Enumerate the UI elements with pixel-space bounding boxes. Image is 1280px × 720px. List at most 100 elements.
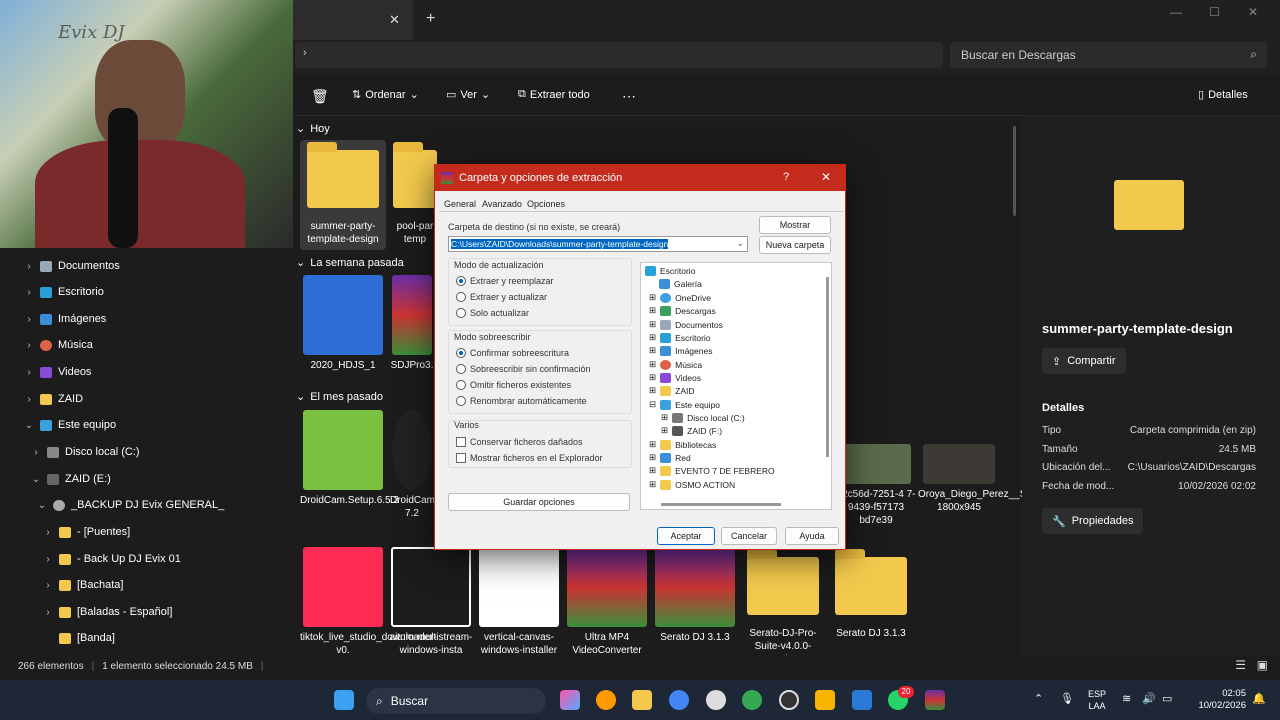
file-item[interactable]: vertical-canvas-windows-installer (476, 547, 562, 657)
share-button[interactable]: ⇪ Compartir (1042, 348, 1126, 374)
media-player-icon[interactable] (779, 690, 799, 710)
radio-extract-update[interactable]: Extraer y actualizar (456, 292, 547, 302)
save-options-button[interactable]: Guardar opciones (448, 493, 630, 511)
close-window-icon[interactable]: ✕ (1248, 5, 1258, 19)
group-semana[interactable]: ⌄ La semana pasada (296, 256, 404, 270)
tree-item[interactable]: ⊞ OneDrive (649, 292, 711, 303)
folder-tree[interactable]: Escritorio Galería ⊞ OneDrive ⊞ Descargas … (640, 262, 832, 510)
nav-item-imagenes[interactable]: › Imágenes (24, 306, 106, 332)
search-input[interactable]: Buscar en Descargas ⌕ (950, 42, 1267, 68)
nav-item-escritorio[interactable]: › Escritorio (24, 279, 104, 305)
tree-item[interactable]: ⊞ Videos (649, 372, 701, 383)
nav-item-puentes[interactable]: › - [Puentes] (43, 519, 130, 545)
radio-overwrite-no-confirm[interactable]: Sobreescribir sin confirmación (456, 364, 591, 374)
search-app-icon[interactable] (596, 690, 616, 710)
cancel-button[interactable]: Cancelar (721, 527, 777, 545)
tree-item[interactable]: ⊞ EVENTO 7 DE FEBRERO (649, 465, 775, 476)
file-item[interactable]: Serato-DJ-Pro-Suite-v4.0.0-remixe (740, 547, 826, 666)
copilot-icon[interactable] (560, 690, 580, 710)
properties-button[interactable]: 🔧 Propiedades (1042, 508, 1144, 534)
file-item[interactable]: DroidCam 7.2 (390, 410, 434, 520)
explorer-tab[interactable]: ✕ (293, 0, 413, 40)
tree-item[interactable]: ⊞ ZAID (F:) (661, 425, 722, 436)
destination-input[interactable]: C:\Users\ZAID\Downloads\summer-party-tem… (448, 236, 748, 252)
scrollbar[interactable] (1013, 126, 1016, 216)
nav-item-bachata[interactable]: › [Bachata] (43, 572, 123, 598)
file-item[interactable]: aitum-multistream-windows-insta (388, 547, 474, 657)
microphone-icon[interactable]: 🎙 (1060, 692, 1074, 705)
group-mes[interactable]: ⌄ El mes pasado (296, 390, 383, 404)
nav-item-documentos[interactable]: › Documentos (24, 253, 119, 279)
more-options-icon[interactable]: ⋯ (622, 88, 636, 105)
file-explorer-icon[interactable] (632, 690, 652, 710)
battery-icon[interactable]: ▭ (1162, 692, 1172, 705)
file-item[interactable]: SDJPro3. (390, 275, 434, 372)
nav-item-videos[interactable]: › Videos (24, 359, 91, 385)
tab-general[interactable]: General (444, 199, 476, 209)
checkbox-show-explorer[interactable]: Mostrar ficheros en el Explorador (456, 453, 603, 463)
tree-item[interactable]: ⊞ Descargas (649, 305, 716, 316)
minimize-icon[interactable]: — (1170, 5, 1182, 19)
tree-item[interactable]: ⊞ ZAID (649, 385, 695, 396)
chevron-down-icon[interactable]: ⌄ (736, 238, 744, 249)
nav-item-baladas[interactable]: › [Baladas - Español] (43, 599, 172, 625)
nav-item-backup-01[interactable]: › - Back Up DJ Evix 01 (43, 546, 181, 572)
tree-item[interactable]: Galería (659, 279, 702, 289)
close-tab-icon[interactable]: ✕ (389, 12, 400, 28)
tree-item[interactable]: Escritorio (645, 266, 695, 276)
file-item[interactable]: 32c56d-7251-4 7-9439-f57173 bd7e39 (836, 444, 916, 527)
accept-button[interactable]: Aceptar (657, 527, 715, 545)
nav-item-este-equipo[interactable]: ⌄ Este equipo (24, 412, 116, 438)
show-button[interactable]: Mostrar (759, 216, 831, 234)
file-item[interactable]: Serato DJ 3.1.3 (652, 547, 738, 644)
file-item[interactable]: pool-par temp (390, 140, 440, 246)
radio-only-update[interactable]: Solo actualizar (456, 308, 529, 318)
chevron-up-icon[interactable]: ⌃ (1034, 692, 1043, 705)
new-folder-button[interactable]: Nueva carpeta (759, 236, 831, 254)
app-icon[interactable] (852, 690, 872, 710)
nav-item-musica[interactable]: › Música (24, 332, 93, 358)
tree-item[interactable]: ⊞ Imágenes (649, 345, 712, 356)
tree-item[interactable]: ⊞ OSMO ACTION (649, 479, 735, 490)
view-button[interactable]: ▭ Ver ⌄ (446, 88, 490, 102)
tiles-view-icon[interactable]: ▣ (1257, 658, 1268, 672)
app-icon[interactable] (815, 690, 835, 710)
radio-auto-rename[interactable]: Renombrar automáticamente (456, 396, 587, 406)
tree-scrollbar[interactable] (826, 277, 829, 457)
start-icon[interactable] (334, 690, 354, 710)
details-button[interactable]: ▯ Detalles (1198, 88, 1248, 102)
file-item[interactable]: 2020_HDJS_1 (300, 275, 386, 372)
clock[interactable]: 02:05 10/02/2026 (1190, 688, 1246, 712)
tree-item[interactable]: ⊞ Escritorio (649, 332, 711, 343)
wifi-icon[interactable]: ≋ (1122, 692, 1131, 705)
taskbar-search[interactable]: ⌕ Buscar (366, 688, 546, 714)
address-input[interactable]: › (295, 42, 943, 68)
close-icon[interactable]: ✕ (821, 170, 831, 184)
nav-item-zaid-e[interactable]: ⌄ ZAID (E:) (31, 466, 111, 492)
chrome-icon[interactable] (669, 690, 689, 710)
sort-button[interactable]: ⇅ Ordenar ⌄ (352, 88, 419, 102)
tab-opciones[interactable]: Opciones (527, 199, 565, 209)
file-item-selected[interactable]: summer-party-template-design (300, 140, 386, 250)
group-hoy[interactable]: ⌄ Hoy (296, 122, 330, 136)
file-item[interactable]: Serato DJ 3.1.3 (828, 547, 914, 640)
notifications-icon[interactable]: 🔔 (1252, 692, 1266, 705)
camera-app-icon[interactable] (706, 690, 726, 710)
list-view-icon[interactable]: ☰ (1235, 658, 1246, 672)
winrar-icon[interactable] (925, 690, 945, 710)
radio-extract-replace[interactable]: Extraer y reemplazar (456, 276, 554, 286)
file-item[interactable]: DroidCam.Setup.6.5.3 (300, 410, 399, 507)
file-item[interactable]: tiktok_live_studio_downloader-v0. (300, 547, 437, 657)
nav-item-disco-c[interactable]: › Disco local (C:) (31, 439, 139, 465)
tree-item[interactable]: ⊞ Música (649, 359, 702, 370)
chrome-profile-icon[interactable] (742, 690, 762, 710)
tree-item[interactable]: ⊞ Documentos (649, 319, 723, 330)
checkbox-keep-broken[interactable]: Conservar ficheros dañados (456, 437, 583, 447)
extract-all-button[interactable]: ⧉ Extraer todo (518, 88, 590, 101)
tree-item[interactable]: ⊞ Red (649, 452, 691, 463)
help-icon[interactable]: ? (783, 171, 789, 183)
volume-icon[interactable]: 🔊 (1142, 692, 1156, 705)
tab-avanzado[interactable]: Avanzado (482, 199, 522, 209)
tree-hscrollbar[interactable] (661, 503, 781, 506)
tree-item[interactable]: ⊞ Bibliotecas (649, 439, 716, 450)
